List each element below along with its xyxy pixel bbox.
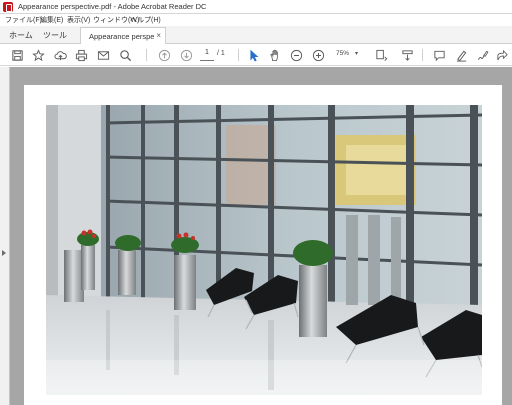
left-navigation-pane[interactable] — [0, 67, 10, 405]
lobby-photo-illustration — [46, 105, 482, 395]
hand-tool-icon[interactable] — [268, 48, 282, 62]
scrolling-mode-icon[interactable] — [400, 48, 414, 62]
tab-tools[interactable]: ツール — [43, 30, 67, 41]
highlight-pen-icon[interactable] — [454, 48, 468, 62]
page-total-label: / 1 — [217, 50, 225, 57]
fill-sign-icon[interactable] — [475, 48, 489, 62]
email-icon[interactable] — [96, 48, 110, 62]
bookmark-star-icon[interactable] — [31, 48, 45, 62]
zoom-level-select[interactable]: 75% — [336, 50, 364, 57]
lobby-photo — [46, 105, 482, 395]
zoom-out-icon[interactable] — [289, 48, 303, 62]
toolbar-separator — [146, 49, 147, 61]
menu-file[interactable]: ファイル(F) — [5, 15, 42, 25]
toolbar-separator — [422, 49, 423, 61]
search-icon[interactable] — [118, 48, 132, 62]
document-tab-label: Appearance perspe... — [89, 32, 155, 41]
tab-bar: ホーム ツール Appearance perspe... × — [0, 26, 512, 44]
close-tab-icon[interactable]: × — [156, 31, 161, 40]
title-bar: Appearance perspective.pdf - Adobe Acrob… — [0, 0, 512, 14]
menu-bar: ファイル(F) 編集(E) 表示(V) ウィンドウ(W) ヘルプ(H) — [0, 14, 512, 26]
tab-home[interactable]: ホーム — [9, 30, 33, 41]
cloud-upload-icon[interactable] — [53, 48, 67, 62]
zoom-dropdown-icon[interactable]: ▾ — [355, 50, 358, 57]
menu-edit[interactable]: 編集(E) — [40, 15, 63, 25]
select-cursor-icon[interactable] — [246, 48, 260, 62]
toolbar-separator — [238, 49, 239, 61]
window-title: Appearance perspective.pdf - Adobe Acrob… — [18, 2, 207, 11]
next-page-icon[interactable] — [179, 48, 193, 62]
share-icon[interactable] — [495, 48, 509, 62]
print-icon[interactable] — [74, 48, 88, 62]
comment-icon[interactable] — [432, 48, 446, 62]
acrobat-app-icon — [3, 2, 13, 12]
current-page-input[interactable]: 1 — [200, 49, 214, 61]
document-canvas[interactable] — [0, 67, 512, 405]
tab-document[interactable]: Appearance perspe... × — [80, 27, 166, 44]
save-icon[interactable] — [10, 48, 24, 62]
expand-pane-icon[interactable] — [2, 250, 6, 256]
fit-page-icon[interactable] — [374, 48, 388, 62]
zoom-in-icon[interactable] — [311, 48, 325, 62]
toolbar: 1 / 1 75% ▾ — [0, 44, 512, 66]
menu-view[interactable]: 表示(V) — [67, 15, 90, 25]
pdf-page — [24, 85, 502, 405]
menu-help[interactable]: ヘルプ(H) — [130, 15, 161, 25]
previous-page-icon[interactable] — [157, 48, 171, 62]
